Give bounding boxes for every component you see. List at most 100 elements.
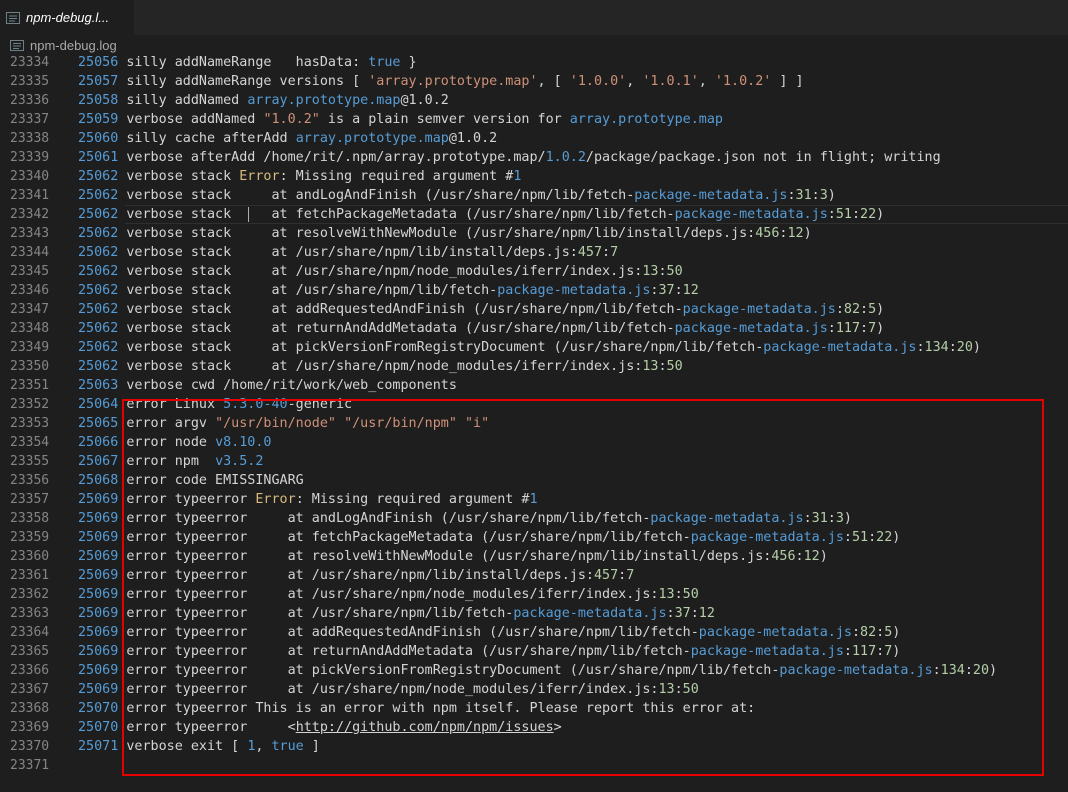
code-token: 134 bbox=[924, 340, 949, 355]
editor-line[interactable]: 23360 25069 error typeerror at resolveWit… bbox=[0, 547, 1068, 566]
editor-line[interactable]: 23347 25062 verbose stack at addRequested… bbox=[0, 300, 1068, 319]
code-token: verbose stack at /usr/share/npm/lib/inst… bbox=[118, 245, 578, 260]
editor-line[interactable]: 23338 25060 silly cache afterAdd array.pr… bbox=[0, 129, 1068, 148]
breadcrumb-file[interactable]: npm-debug.log bbox=[30, 38, 117, 53]
code-token: error code EMISSINGARG bbox=[118, 473, 304, 488]
editor-line[interactable]: 23352 25064 error Linux 5.3.0-40-generic bbox=[0, 395, 1068, 414]
code-token: error Linux bbox=[118, 397, 224, 412]
editor-line[interactable]: 23344 25062 verbose stack at /usr/share/n… bbox=[0, 243, 1068, 262]
editor-line[interactable]: 23341 25062 verbose stack at andLogAndFin… bbox=[0, 186, 1068, 205]
editor-line[interactable]: 23339 25061 verbose afterAdd /home/rit/.n… bbox=[0, 148, 1068, 167]
code-token: : bbox=[932, 663, 941, 678]
code-token: : bbox=[916, 340, 925, 355]
editor-line[interactable]: 23366 25069 error typeerror at pickVersio… bbox=[0, 661, 1068, 680]
line-number: 23359 bbox=[10, 530, 50, 545]
editor-line[interactable]: 23355 25067 error npm v3.5.2 bbox=[0, 452, 1068, 471]
code-token: 31 bbox=[811, 511, 828, 526]
code-token: 25061 bbox=[78, 150, 119, 165]
code-token: array.prototype.map bbox=[247, 93, 401, 108]
code-token: Error bbox=[255, 492, 296, 507]
code-token: 1.0.2 bbox=[545, 150, 586, 165]
editor-line[interactable]: 23335 25057 silly addNameRange versions [… bbox=[0, 72, 1068, 91]
editor-line[interactable]: 23336 25058 silly addNamed array.prototyp… bbox=[0, 91, 1068, 110]
line-number: 23345 bbox=[10, 264, 50, 279]
editor-line[interactable]: 23356 25068 error code EMISSINGARG bbox=[0, 471, 1068, 490]
code-token: 456 bbox=[755, 226, 780, 241]
line-number: 23343 bbox=[10, 226, 50, 241]
code-token: error typeerror at fetchPackageMetadata … bbox=[118, 530, 691, 545]
editor-line[interactable]: 23363 25069 error typeerror at /usr/share… bbox=[0, 604, 1068, 623]
code-token: 37 bbox=[674, 606, 691, 621]
editor-line[interactable]: 23348 25062 verbose stack at returnAndAdd… bbox=[0, 319, 1068, 338]
code-token: 25059 bbox=[78, 112, 119, 127]
line-number: 23366 bbox=[10, 663, 50, 678]
code-token: silly addNameRange versions [ bbox=[118, 74, 369, 89]
editor-line[interactable]: 23346 25062 verbose stack at /usr/share/n… bbox=[0, 281, 1068, 300]
code-token: , [ bbox=[537, 74, 570, 89]
code-token: 25062 bbox=[78, 264, 119, 279]
code-token: 25063 bbox=[78, 378, 119, 393]
editor-line[interactable]: 23334 25056 silly addNameRange hasData: t… bbox=[0, 53, 1068, 72]
code-token: package-metadata.js bbox=[779, 663, 933, 678]
code-token: error typeerror at resolveWithNewModule … bbox=[118, 549, 772, 564]
editor-line[interactable]: 23337 25059 verbose addNamed "1.0.2" is a… bbox=[0, 110, 1068, 129]
code-token: verbose stack at /usr/share/npm/node_mod… bbox=[118, 264, 643, 279]
line-code: 25069 error typeerror at /usr/share/npm/… bbox=[78, 604, 715, 623]
editor-line[interactable]: 23354 25066 error node v8.10.0 bbox=[0, 433, 1068, 452]
line-code: 25061 verbose afterAdd /home/rit/.npm/ar… bbox=[78, 148, 941, 167]
line-code: 25057 silly addNameRange versions [ 'arr… bbox=[78, 72, 804, 91]
editor-line[interactable]: 23353 25065 error argv "/usr/bin/node" "/… bbox=[0, 414, 1068, 433]
file-lines-icon bbox=[6, 11, 20, 24]
code-token: 13 bbox=[658, 587, 675, 602]
code-token: 25069 bbox=[78, 644, 119, 659]
editor-line[interactable]: 23357 25069 error typeerror Error: Missin… bbox=[0, 490, 1068, 509]
code-token: array.prototype.map bbox=[295, 131, 449, 146]
code-token: 25069 bbox=[78, 682, 119, 697]
line-number: 23335 bbox=[10, 74, 50, 89]
line-number: 23358 bbox=[10, 511, 50, 526]
line-number: 23350 bbox=[10, 359, 50, 374]
editor-line[interactable]: 23351 25063 verbose cwd /home/rit/work/we… bbox=[0, 376, 1068, 395]
code-token[interactable]: http://github.com/npm/npm/issues bbox=[296, 720, 554, 735]
editor-line[interactable]: 23340 25062 verbose stack Error: Missing … bbox=[0, 167, 1068, 186]
editor-line[interactable]: 23370 25071 verbose exit [ 1, true ] bbox=[0, 737, 1068, 756]
code-token: 13 bbox=[642, 359, 659, 374]
editor-text-area[interactable]: 23334 25056 silly addNameRange hasData: t… bbox=[0, 53, 1068, 792]
code-token: : bbox=[803, 511, 812, 526]
line-code: 25068 error code EMISSINGARG bbox=[78, 471, 304, 490]
code-token: 7 bbox=[868, 321, 877, 336]
code-token: ) bbox=[843, 511, 852, 526]
line-code: 25063 verbose cwd /home/rit/work/web_com… bbox=[78, 376, 457, 395]
editor-line[interactable]: 23359 25069 error typeerror at fetchPacka… bbox=[0, 528, 1068, 547]
code-token: error typeerror < bbox=[118, 720, 296, 735]
editor-line[interactable]: 23369 25070 error typeerror <http://githu… bbox=[0, 718, 1068, 737]
editor-line[interactable]: 23362 25069 error typeerror at /usr/share… bbox=[0, 585, 1068, 604]
editor-line[interactable]: 23345 25062 verbose stack at /usr/share/n… bbox=[0, 262, 1068, 281]
editor-line[interactable]: 23371 bbox=[0, 756, 1068, 775]
editor-line[interactable]: 23349 25062 verbose stack at pickVersionF… bbox=[0, 338, 1068, 357]
editor-line[interactable]: 23350 25062 verbose stack at /usr/share/n… bbox=[0, 357, 1068, 376]
code-token: ) bbox=[876, 302, 885, 317]
code-token: : bbox=[851, 625, 861, 640]
line-code: 25069 error typeerror at andLogAndFinish… bbox=[78, 509, 852, 528]
code-token: 25071 bbox=[78, 739, 119, 754]
editor-line[interactable]: 23343 25062 verbose stack at resolveWithN… bbox=[0, 224, 1068, 243]
line-code: 25062 verbose stack at fetchPackageMetad… bbox=[78, 205, 884, 224]
editor-line[interactable]: 23367 25069 error typeerror at /usr/share… bbox=[0, 680, 1068, 699]
tab-npm-debug-log[interactable]: npm-debug.l... bbox=[0, 0, 134, 35]
code-token: verbose stack at returnAndAddMetadata (/… bbox=[118, 321, 675, 336]
code-token: package-metadata.js bbox=[497, 283, 651, 298]
editor-line[interactable]: 23365 25069 error typeerror at returnAndA… bbox=[0, 642, 1068, 661]
editor-line[interactable]: 23342 25062 verbose stack at fetchPackage… bbox=[0, 205, 1068, 224]
code-token: "/usr/bin/node" bbox=[215, 416, 336, 431]
code-token: 51 bbox=[835, 207, 852, 222]
code-token: error argv bbox=[118, 416, 216, 431]
code-token: 50 bbox=[666, 264, 683, 279]
editor-line[interactable]: 23368 25070 error typeerror This is an er… bbox=[0, 699, 1068, 718]
code-token: "i" bbox=[465, 416, 490, 431]
line-number: 23356 bbox=[10, 473, 50, 488]
editor-line[interactable]: 23361 25069 error typeerror at /usr/share… bbox=[0, 566, 1068, 585]
code-token: 25057 bbox=[78, 74, 119, 89]
editor-line[interactable]: 23364 25069 error typeerror at addRequest… bbox=[0, 623, 1068, 642]
editor-line[interactable]: 23358 25069 error typeerror at andLogAndF… bbox=[0, 509, 1068, 528]
